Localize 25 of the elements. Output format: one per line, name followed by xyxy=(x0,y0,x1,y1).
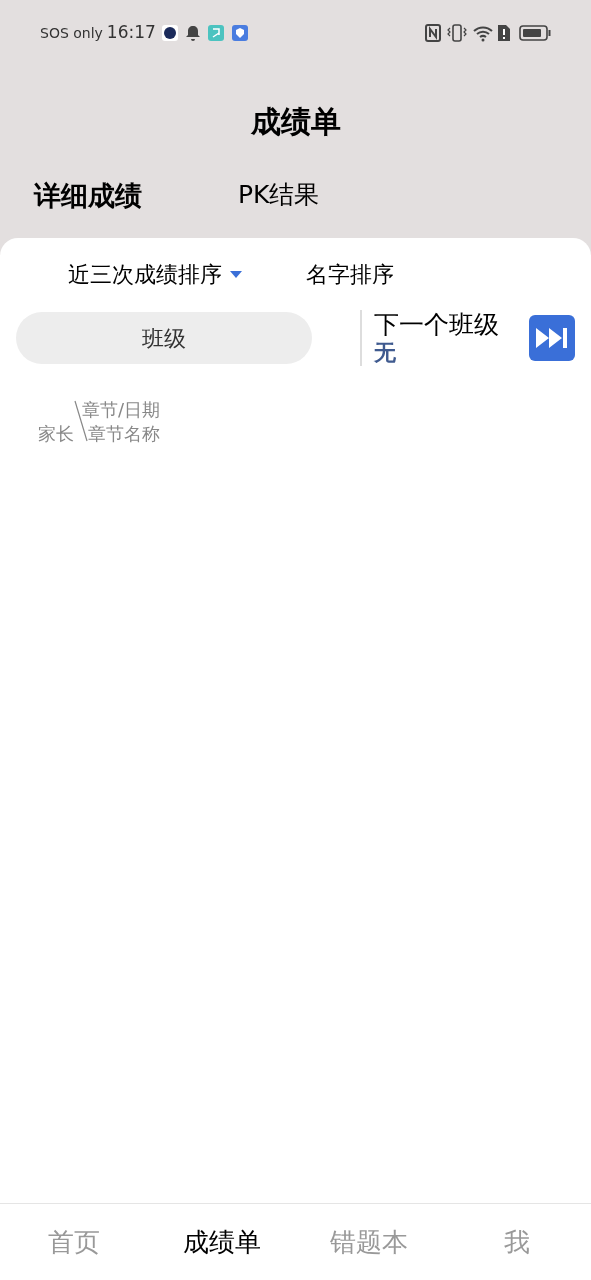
carrier-text: SOS only xyxy=(40,23,103,43)
skip-next-icon xyxy=(535,326,569,351)
caret-icon xyxy=(230,270,242,278)
next-class-label: 下一个班级 xyxy=(374,310,499,340)
vibrate-icon xyxy=(447,24,467,42)
clock-text: 16:17 xyxy=(106,21,156,45)
skip-next-button[interactable] xyxy=(529,315,575,362)
column-header-text: 章节/日期 xyxy=(82,398,161,422)
next-class-value: 无 xyxy=(374,340,397,367)
class-field[interactable]: 班级 xyxy=(16,312,312,365)
app-icon xyxy=(161,25,178,41)
wifi-icon xyxy=(473,24,493,42)
tab[interactable]: 详细成绩 xyxy=(34,176,142,217)
nfc-icon xyxy=(425,24,441,42)
bell-icon xyxy=(185,25,200,41)
sort-option[interactable]: 名字排序 xyxy=(306,257,394,291)
shield-app-icon xyxy=(231,25,248,41)
nav-tab[interactable]: 成绩单 xyxy=(147,1222,296,1262)
sim-alert-icon xyxy=(497,24,511,42)
sort-option[interactable]: 近三次成绩排序 xyxy=(68,257,242,291)
page-title: 成绩单 xyxy=(250,102,341,141)
column-header-text: 章节名称 xyxy=(88,421,161,446)
row-header-text: 家长 xyxy=(38,421,74,446)
tab[interactable]: PK结果 xyxy=(238,176,320,214)
battery-icon xyxy=(519,25,551,41)
